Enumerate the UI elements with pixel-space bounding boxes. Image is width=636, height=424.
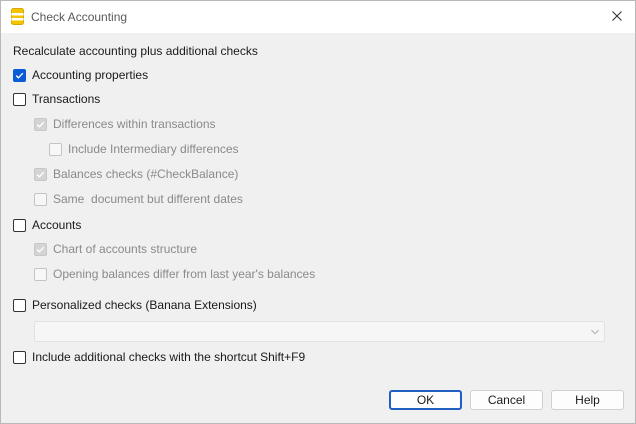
checkmark-icon — [36, 171, 45, 178]
personalized-checks-checkbox[interactable] — [13, 298, 26, 312]
option-chart-of-accounts-structure[interactable]: Chart of accounts structure — [34, 241, 197, 257]
option-personalized-checks[interactable]: Personalized checks (Banana Extensions) — [13, 297, 257, 313]
window-title: Check Accounting — [31, 10, 128, 24]
include-intermediary-differences-label: Include Intermediary differences — [68, 142, 239, 156]
opening-balances-differ-label: Opening balances differ from last year's… — [53, 267, 316, 281]
checkmark-icon — [36, 121, 45, 128]
accounting-properties-checkbox[interactable] — [13, 68, 26, 82]
transactions-label: Transactions — [32, 92, 101, 106]
transactions-checkbox[interactable] — [13, 92, 26, 106]
same-document-different-dates-label: Same document but different dates — [53, 192, 243, 206]
option-accounting-properties[interactable]: Accounting properties — [13, 67, 148, 83]
option-opening-balances-differ[interactable]: Opening balances differ from last year's… — [34, 266, 315, 282]
option-differences-within-transactions[interactable]: Differences within transactions — [34, 116, 216, 132]
include-additional-checks-label: Include additional checks with the short… — [32, 350, 306, 364]
cancel-button[interactable]: Cancel — [470, 390, 543, 410]
banana-app-icon — [11, 8, 24, 25]
balances-checks-checkbox[interactable] — [34, 167, 47, 181]
extension-select[interactable] — [34, 321, 605, 342]
option-include-intermediary-differences[interactable]: Include Intermediary differences — [49, 141, 239, 157]
accounting-properties-label: Accounting properties — [32, 68, 149, 82]
chart-of-accounts-structure-checkbox[interactable] — [34, 242, 47, 256]
opening-balances-differ-checkbox[interactable] — [34, 267, 47, 281]
include-additional-checks-checkbox[interactable] — [13, 350, 26, 364]
chevron-down-icon — [590, 326, 600, 336]
option-balances-checks[interactable]: Balances checks (#CheckBalance) — [34, 166, 238, 182]
checkmark-icon — [15, 72, 24, 79]
accounts-label: Accounts — [32, 218, 82, 232]
chart-of-accounts-structure-label: Chart of accounts structure — [53, 242, 198, 256]
include-intermediary-differences-checkbox[interactable] — [49, 142, 62, 156]
personalized-checks-label: Personalized checks (Banana Extensions) — [32, 298, 257, 312]
option-accounts[interactable]: Accounts — [13, 217, 81, 233]
help-button[interactable]: Help — [551, 390, 624, 410]
title-bar: Check Accounting — [1, 1, 635, 33]
checkmark-icon — [36, 246, 45, 253]
section-heading: Recalculate accounting plus additional c… — [13, 44, 258, 58]
accounts-checkbox[interactable] — [13, 218, 26, 232]
close-icon — [611, 10, 623, 25]
balances-checks-label: Balances checks (#CheckBalance) — [53, 167, 239, 181]
check-accounting-dialog: Check Accounting Recalculate accounting … — [0, 0, 636, 424]
option-transactions[interactable]: Transactions — [13, 91, 100, 107]
option-same-document-different-dates[interactable]: Same document but different dates — [34, 191, 243, 207]
same-document-different-dates-checkbox[interactable] — [34, 192, 47, 206]
ok-button[interactable]: OK — [389, 390, 462, 410]
close-button[interactable] — [605, 5, 629, 29]
differences-within-transactions-label: Differences within transactions — [53, 117, 216, 131]
dialog-content: Recalculate accounting plus additional c… — [1, 33, 635, 423]
differences-within-transactions-checkbox[interactable] — [34, 117, 47, 131]
option-include-additional-checks[interactable]: Include additional checks with the short… — [13, 349, 305, 365]
